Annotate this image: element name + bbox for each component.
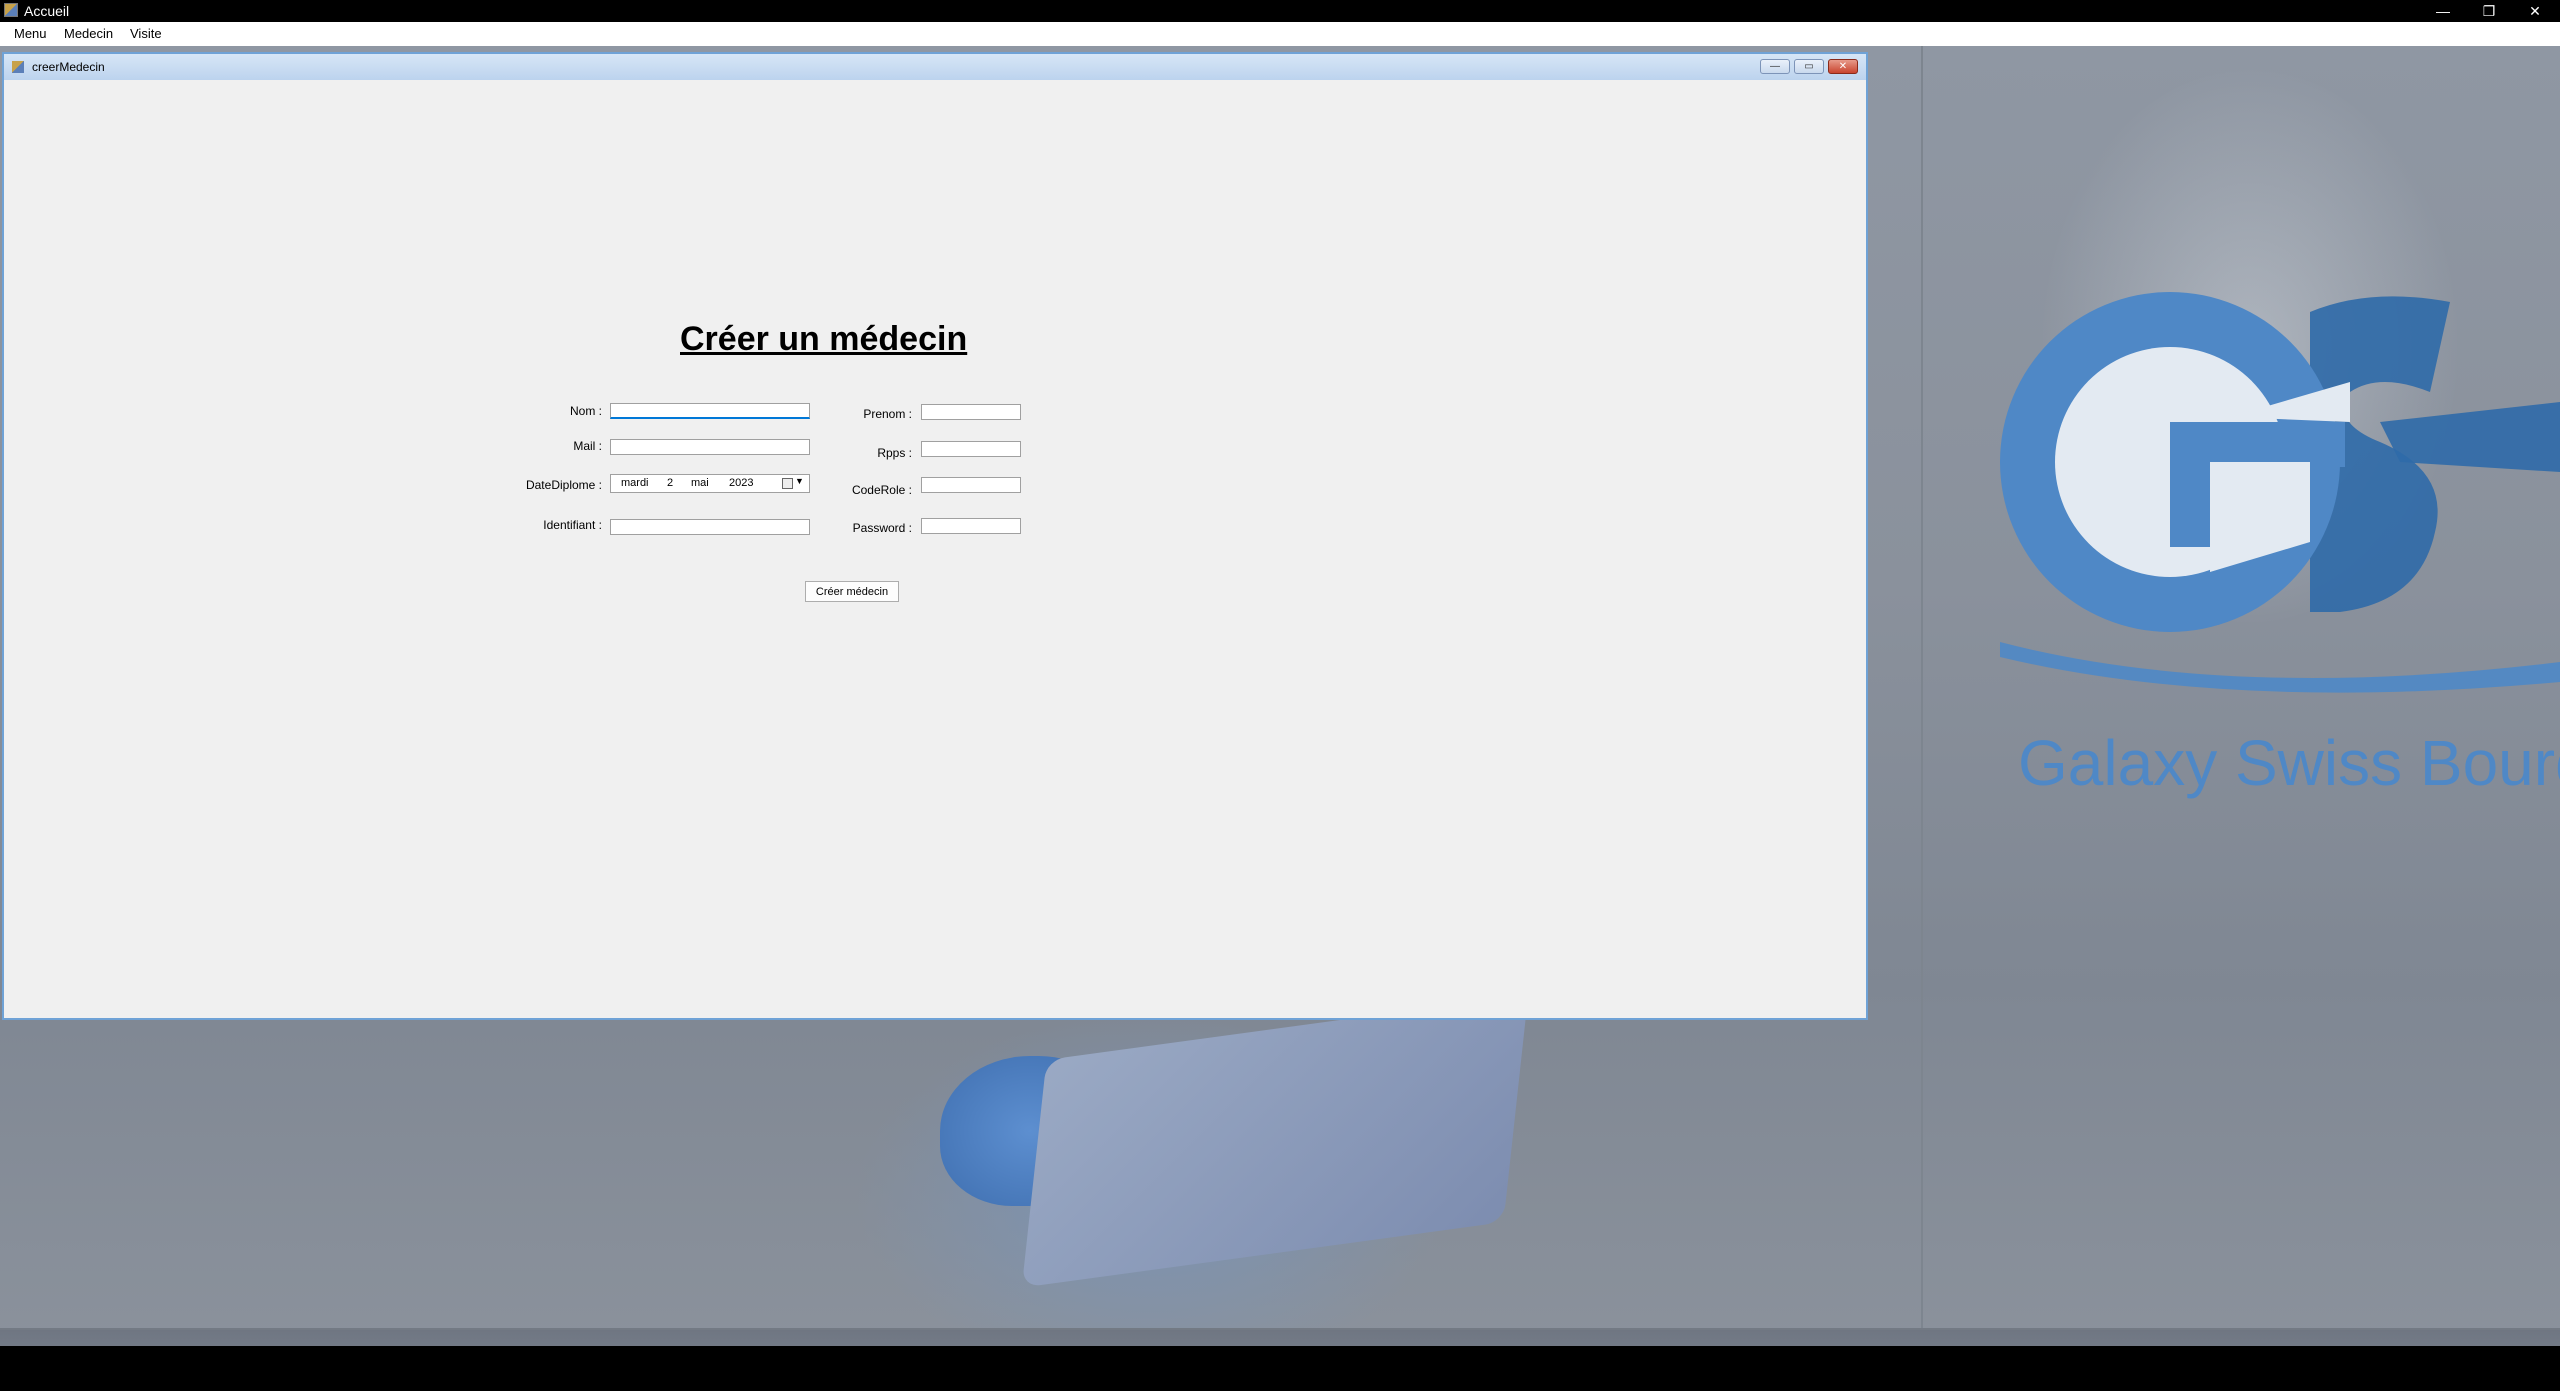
nom-field[interactable]	[610, 403, 810, 419]
child-close-button[interactable]: ✕	[1828, 59, 1858, 74]
child-titlebar[interactable]: creerMedecin — ▭ ✕	[4, 54, 1866, 80]
nom-label: Nom :	[569, 404, 602, 418]
rpps-field[interactable]	[921, 441, 1021, 457]
menu-item-menu[interactable]: Menu	[14, 26, 47, 41]
date-diplome-picker[interactable]: mardi 2 mai 2023 ▼	[610, 474, 810, 493]
prenom-label: Prenom :	[863, 407, 912, 421]
page-title: Créer un médecin	[680, 320, 968, 358]
menu-item-visite[interactable]: Visite	[130, 26, 162, 41]
prenom-field[interactable]	[921, 404, 1021, 420]
date-year: 2023	[729, 477, 754, 489]
date-day-name: mardi	[621, 477, 649, 489]
tablet-image	[1021, 994, 1529, 1288]
mail-field[interactable]	[610, 439, 810, 455]
code-role-field[interactable]	[921, 477, 1021, 493]
screen-bottom-edge	[0, 1346, 2560, 1391]
code-role-label: CodeRole :	[851, 483, 912, 497]
background-divider	[1921, 46, 1923, 1391]
child-maximize-button[interactable]: ▭	[1794, 59, 1824, 74]
close-button[interactable]: ✕	[2512, 0, 2558, 22]
creer-medecin-button[interactable]: Créer médecin	[805, 581, 899, 602]
rpps-label: Rpps :	[877, 446, 912, 460]
window-icon	[12, 61, 24, 73]
mail-label: Mail :	[573, 439, 602, 453]
identifiant-label: Identifiant :	[543, 518, 602, 532]
menu-item-medecin[interactable]: Medecin	[64, 26, 113, 41]
restore-button[interactable]: ❐	[2466, 0, 2512, 22]
minimize-button[interactable]: —	[2420, 0, 2466, 22]
date-day: 2	[667, 477, 674, 489]
menu-bar: Menu Medecin Visite	[0, 22, 2560, 46]
app-icon	[4, 3, 18, 17]
identifiant-field[interactable]	[610, 519, 810, 535]
chevron-down-icon[interactable]: ▼	[795, 476, 804, 486]
creer-medecin-window: creerMedecin — ▭ ✕ Créer un médecin Nom …	[2, 52, 1868, 1020]
date-diplome-label: DateDiplome :	[525, 478, 602, 492]
child-minimize-button[interactable]: —	[1760, 59, 1790, 74]
password-field[interactable]	[921, 518, 1021, 534]
form-area: Créer un médecin Nom : Mail : DateDiplom…	[10, 82, 1860, 1014]
date-month: mai	[691, 477, 709, 489]
gsb-tagline: Galaxy Swiss Bourd	[2018, 727, 2560, 799]
gsb-logo	[2000, 292, 2560, 693]
password-label: Password :	[852, 521, 912, 535]
calendar-icon[interactable]	[782, 478, 793, 489]
child-window-title: creerMedecin	[32, 60, 105, 74]
app-titlebar: Accueil — ❐ ✕	[0, 0, 2560, 22]
app-title: Accueil	[24, 3, 70, 19]
